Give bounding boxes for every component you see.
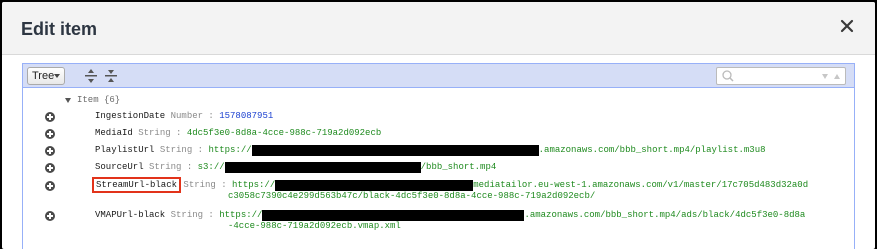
field-type: String (138, 128, 171, 138)
collapse-toggle-icon[interactable] (65, 97, 71, 103)
context-menu-icon[interactable] (45, 112, 55, 122)
field-key: MediaId (95, 128, 133, 138)
field-value[interactable]: 1578087951 (219, 111, 273, 121)
field-type: String (183, 180, 216, 190)
field-key: IngestionDate (95, 111, 166, 121)
chevron-down-icon (54, 74, 60, 78)
mode-label: Tree (32, 70, 55, 82)
dialog-title: Edit item (21, 19, 98, 39)
tree-root: Item {6} (65, 95, 120, 105)
field-type: String (170, 210, 204, 220)
context-menu-icon[interactable] (45, 163, 55, 173)
tree-view: Item {6} IngestionDate Number : 15780879… (23, 89, 854, 249)
search-box[interactable] (716, 67, 846, 85)
expand-all-icon[interactable] (82, 67, 100, 85)
field-value-suffix[interactable]: .amazonaws.com/bbb_short.mp4/playlist.m3… (539, 145, 766, 155)
editor-menu: Tree (23, 64, 854, 88)
search-navigation-icon[interactable] (820, 70, 842, 82)
field-value-suffix[interactable]: .amazonaws.com/bbb_short.mp4/ads/black/4… (524, 210, 805, 220)
close-icon[interactable] (837, 16, 857, 36)
json-editor: Tree Item {6} IngestionDate Number: 157… (22, 63, 855, 249)
field-key-highlighted: StreamUrl-black (91, 177, 182, 193)
field-value-continuation[interactable]: c3058c7390c4e299d563b47c/black-4dc5f3e0-… (228, 191, 595, 202)
field-value-suffix[interactable]: mediatailor.eu-west-1.amazonaws.com/v1/m… (473, 180, 808, 190)
field-value-prefix[interactable]: https:// (232, 180, 275, 190)
redacted-block (251, 145, 539, 156)
redacted-block (262, 210, 525, 221)
mode-dropdown-button[interactable]: Tree (27, 67, 65, 85)
field-value-prefix[interactable]: https:// (219, 210, 262, 220)
field-value[interactable]: 4dc5f3e0-8d8a-4cce-988c-719a2d092ecb (187, 128, 381, 138)
context-menu-icon[interactable] (45, 146, 55, 156)
context-menu-icon[interactable] (45, 181, 55, 191)
redacted-block (275, 180, 474, 191)
dialog-header: Edit item (2, 2, 875, 55)
field-value-suffix[interactable]: /bbb_short.mp4 (421, 162, 497, 172)
field-type: String (149, 162, 182, 172)
field-key: PlaylistUrl (95, 145, 155, 155)
field-key: VMAPUrl-black (95, 210, 166, 220)
context-menu-icon[interactable] (45, 211, 55, 221)
field-value-prefix[interactable]: s3:// (198, 162, 225, 172)
context-menu-icon[interactable] (45, 129, 55, 139)
edit-item-dialog: Edit item Tree Item {6} IngestionDate Nu… (2, 2, 875, 249)
field-type: String (159, 145, 193, 155)
root-label: Item {6} (77, 95, 121, 105)
redacted-block (224, 162, 421, 173)
search-icon (721, 69, 735, 83)
field-value-continuation[interactable]: -4cce-988c-719a2d092ecb.vmap.xml (228, 221, 401, 232)
field-value-prefix[interactable]: https:// (208, 145, 251, 155)
collapse-all-icon[interactable] (102, 67, 120, 85)
field-type: Number (170, 111, 204, 121)
field-key: SourceUrl (95, 162, 144, 172)
